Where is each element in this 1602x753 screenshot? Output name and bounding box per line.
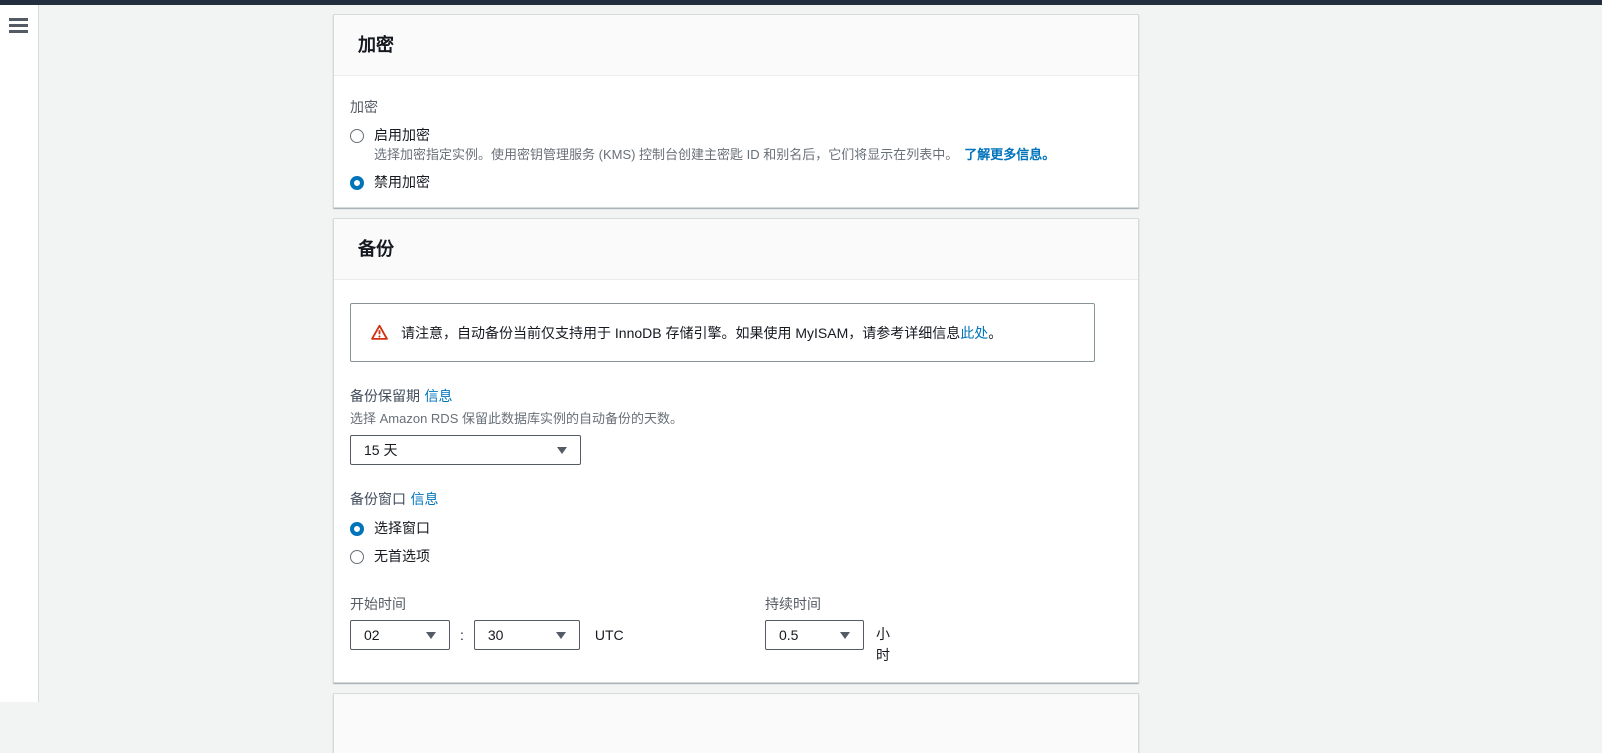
enable-encryption-description-text: 选择加密指定实例。使用密钥管理服务 (KMS) 控制台创建主密匙 ID 和别名后… [374, 147, 958, 162]
duration-controls: 0.5 小时 [765, 620, 892, 666]
collapsed-sidebar [0, 5, 39, 702]
backup-retention-description: 选择 Amazon RDS 保留此数据库实例的自动备份的天数。 [350, 411, 1122, 426]
start-time-field: 开始时间 02 : 30 UTC [350, 596, 765, 666]
start-hour-value: 02 [364, 627, 380, 643]
backup-retention-label-row: 备份保留期 信息 [350, 386, 1122, 406]
select-window-radio[interactable] [350, 522, 364, 536]
hamburger-bar [9, 18, 28, 21]
next-section-card [333, 693, 1139, 753]
backup-retention-info-link[interactable]: 信息 [424, 388, 452, 404]
backup-warning-text: 请注意，自动备份当前仅支持用于 InnoDB 存储引擎。如果使用 MyISAM，… [401, 323, 1002, 343]
time-separator: : [460, 627, 464, 643]
warning-text-body: 请注意，自动备份当前仅支持用于 InnoDB 存储引擎。如果使用 MyISAM，… [401, 325, 960, 341]
chevron-down-icon [840, 632, 850, 639]
backup-card-header: 备份 [334, 219, 1138, 280]
warning-here-link[interactable]: 此处 [960, 325, 988, 341]
start-minute-select[interactable]: 30 [474, 620, 580, 650]
backup-time-row: 开始时间 02 : 30 UTC [350, 596, 1122, 666]
hamburger-bar [9, 30, 28, 33]
backup-warning-banner: 请注意，自动备份当前仅支持用于 InnoDB 存储引擎。如果使用 MyISAM，… [350, 303, 1095, 362]
backup-retention-selected-value: 15 天 [364, 440, 397, 460]
enable-encryption-description: 选择加密指定实例。使用密钥管理服务 (KMS) 控制台创建主密匙 ID 和别名后… [374, 147, 1122, 163]
chevron-down-icon [426, 632, 436, 639]
backup-window-field: 备份窗口 信息 选择窗口 无首选项 [350, 489, 1122, 565]
disable-encryption-radio[interactable] [350, 176, 364, 190]
select-window-option: 选择窗口 [350, 520, 1122, 537]
duration-field: 持续时间 0.5 小时 [765, 596, 892, 666]
backup-retention-label: 备份保留期 [350, 388, 420, 404]
start-time-controls: 02 : 30 UTC [350, 620, 765, 650]
encryption-section-title: 加密 [358, 34, 1114, 56]
no-preference-option: 无首选项 [350, 548, 1122, 565]
start-time-label: 开始时间 [350, 596, 765, 613]
encryption-card-body: 加密 启用加密 选择加密指定实例。使用密钥管理服务 (KMS) 控制台创建主密匙… [334, 76, 1138, 207]
encryption-card-header: 加密 [334, 15, 1138, 76]
chevron-down-icon [557, 447, 567, 454]
disable-encryption-option: 禁用加密 [350, 174, 1122, 191]
backup-retention-field: 备份保留期 信息 选择 Amazon RDS 保留此数据库实例的自动备份的天数。… [350, 386, 1122, 465]
start-minute-value: 30 [488, 627, 504, 643]
encryption-card: 加密 加密 启用加密 选择加密指定实例。使用密钥管理服务 (KMS) 控制台创建… [333, 14, 1139, 208]
backup-card: 备份 请注意，自动备份当前仅支持用于 InnoDB 存储引擎。如果使用 MyIS… [333, 218, 1139, 683]
hamburger-bar [9, 24, 28, 27]
learn-more-link[interactable]: 了解更多信息。 [964, 147, 1055, 162]
hamburger-menu-icon[interactable] [9, 18, 28, 33]
chevron-down-icon [556, 632, 566, 639]
duration-select[interactable]: 0.5 [765, 620, 864, 650]
timezone-label: UTC [595, 627, 624, 643]
backup-window-label-row: 备份窗口 信息 [350, 489, 1122, 509]
backup-window-label: 备份窗口 [350, 491, 406, 507]
enable-encryption-radio[interactable] [350, 129, 364, 143]
select-window-label[interactable]: 选择窗口 [374, 520, 430, 537]
start-hour-select[interactable]: 02 [350, 620, 450, 650]
enable-encryption-label[interactable]: 启用加密 [374, 127, 430, 144]
warning-triangle-icon [371, 324, 388, 341]
backup-retention-select[interactable]: 15 天 [350, 435, 581, 465]
duration-unit-label: 小时 [876, 620, 892, 666]
backup-card-body: 请注意，自动备份当前仅支持用于 InnoDB 存储引擎。如果使用 MyISAM，… [334, 280, 1138, 682]
enable-encryption-option: 启用加密 [350, 127, 1122, 144]
backup-window-info-link[interactable]: 信息 [410, 491, 438, 507]
duration-label: 持续时间 [765, 596, 892, 613]
main-content: 加密 加密 启用加密 选择加密指定实例。使用密钥管理服务 (KMS) 控制台创建… [39, 5, 1139, 702]
backup-section-title: 备份 [358, 238, 1114, 260]
no-preference-label[interactable]: 无首选项 [374, 548, 430, 565]
no-preference-radio[interactable] [350, 550, 364, 564]
disable-encryption-label[interactable]: 禁用加密 [374, 174, 430, 191]
duration-value: 0.5 [779, 627, 798, 643]
page-layout: 加密 加密 启用加密 选择加密指定实例。使用密钥管理服务 (KMS) 控制台创建… [0, 5, 1602, 702]
encryption-field-label: 加密 [350, 99, 1122, 116]
warning-text-suffix: 。 [988, 325, 1002, 341]
